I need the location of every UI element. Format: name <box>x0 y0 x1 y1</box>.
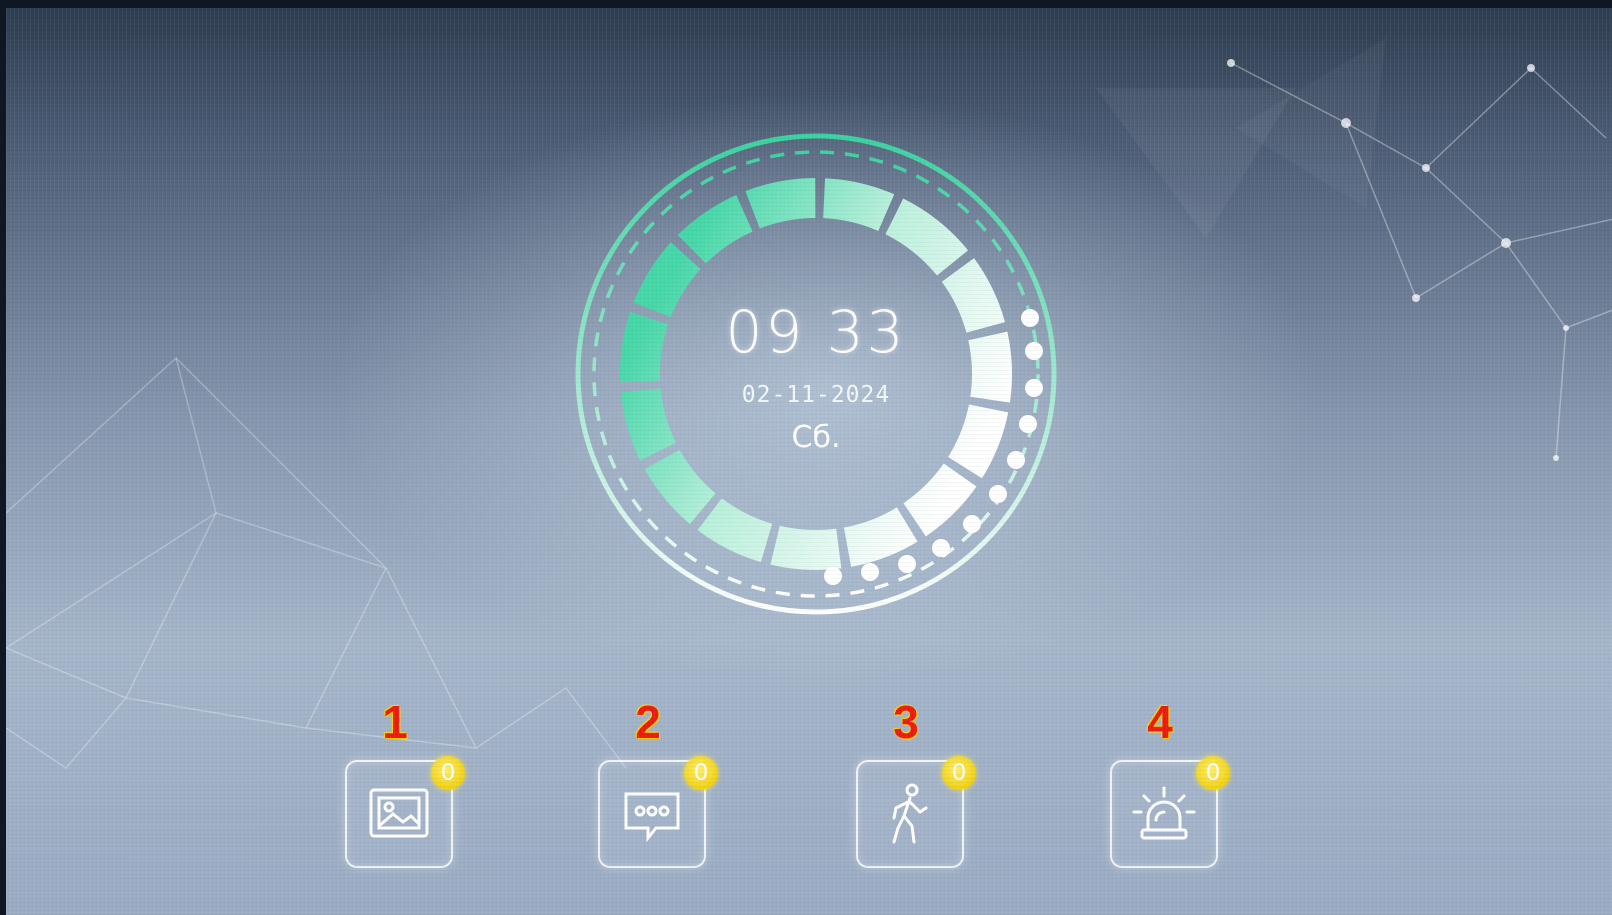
alarm-icon <box>1132 786 1196 840</box>
gallery-count-badge: 0 <box>431 756 465 790</box>
clock-ring <box>575 133 1057 615</box>
dock-item-alarm: 4 0 <box>1110 694 1240 884</box>
dock-item-gallery: 1 0 <box>345 694 475 884</box>
clock-weekday: Сб. <box>791 420 841 455</box>
motion-count-badge: 0 <box>942 756 976 790</box>
step-number: 4 <box>1147 696 1173 748</box>
step-number: 3 <box>893 696 919 748</box>
step-number: 2 <box>635 696 661 748</box>
dock-item-motion: 3 0 <box>856 694 986 884</box>
dock-item-messages: 2 0 <box>598 694 728 884</box>
alarm-count-badge: 0 <box>1196 756 1230 790</box>
clock-date: 02-11-2024 <box>741 382 891 408</box>
motion-icon <box>892 783 928 844</box>
messages-count-badge: 0 <box>684 756 718 790</box>
step-number: 1 <box>382 696 408 748</box>
device-screen: 09 33 02-11-2024 Сб. 1 0 2 0 3 0 4 0 <box>6 8 1612 915</box>
clock-time: 09 33 <box>725 298 907 366</box>
message-icon <box>624 792 680 843</box>
gallery-icon <box>369 788 429 838</box>
